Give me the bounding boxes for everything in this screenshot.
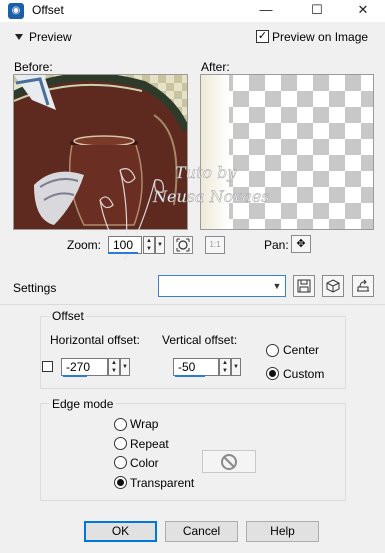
vertical-up-icon[interactable]: ▲ bbox=[220, 359, 230, 367]
ok-button[interactable]: OK bbox=[84, 521, 157, 542]
maximize-button[interactable]: ☐ bbox=[300, 0, 334, 22]
save-icon bbox=[297, 279, 311, 293]
reset-icon bbox=[357, 279, 369, 292]
zoom-up-icon[interactable]: ▲ bbox=[144, 237, 154, 245]
reset-button[interactable] bbox=[352, 275, 374, 297]
zoom-stepper[interactable]: ▲ ▼ bbox=[143, 236, 155, 254]
window-title: Offset bbox=[32, 3, 64, 17]
dice-icon bbox=[326, 279, 340, 293]
preview-on-image-checkbox[interactable]: ✓ bbox=[256, 30, 269, 43]
after-label: After: bbox=[201, 60, 230, 74]
vertical-down-icon[interactable]: ▼ bbox=[220, 367, 230, 375]
horizontal-offset-underline bbox=[63, 375, 87, 377]
zoom-fit-icon bbox=[176, 238, 190, 252]
save-preset-button[interactable] bbox=[293, 275, 315, 297]
help-button[interactable]: Help bbox=[246, 521, 319, 542]
vertical-offset-label: Vertical offset: bbox=[162, 333, 238, 347]
offset-center-radio[interactable] bbox=[266, 344, 279, 357]
offset-group-title: Offset bbox=[50, 309, 86, 323]
vertical-offset-input[interactable]: -50 bbox=[173, 358, 219, 376]
minimize-button[interactable]: — bbox=[249, 0, 283, 22]
edge-transparent-label[interactable]: Transparent bbox=[130, 476, 194, 490]
watermark-line-1: Tuto by bbox=[175, 163, 237, 182]
edge-color-radio[interactable] bbox=[114, 456, 127, 469]
randomize-button[interactable] bbox=[322, 275, 344, 297]
horizontal-offset-stepper[interactable]: ▲ ▼ bbox=[108, 358, 120, 376]
horizontal-offset-input[interactable]: -270 bbox=[61, 358, 108, 376]
watermark-line-2: Neusa Novaes bbox=[152, 187, 270, 206]
edge-wrap-label[interactable]: Wrap bbox=[130, 417, 158, 431]
edge-mode-group-title: Edge mode bbox=[50, 397, 116, 411]
app-icon: ◉ bbox=[8, 3, 24, 19]
offset-center-label[interactable]: Center bbox=[283, 343, 319, 357]
zoom-down-icon[interactable]: ▼ bbox=[144, 245, 154, 253]
vertical-offset-dropdown[interactable]: ▼ bbox=[231, 358, 241, 376]
pan-label: Pan: bbox=[264, 238, 289, 252]
settings-label: Settings bbox=[13, 281, 57, 295]
horizontal-down-icon[interactable]: ▼ bbox=[109, 367, 119, 375]
offset-custom-radio[interactable] bbox=[266, 367, 279, 380]
link-offsets-checkbox[interactable] bbox=[42, 361, 53, 372]
horizontal-dropdown-icon[interactable]: ▼ bbox=[121, 359, 129, 370]
edge-repeat-radio[interactable] bbox=[114, 437, 127, 450]
edge-repeat-label[interactable]: Repeat bbox=[130, 437, 169, 451]
zoom-slider-dropdown[interactable]: ▼ bbox=[155, 236, 165, 254]
vertical-offset-underline bbox=[175, 375, 205, 377]
before-label: Before: bbox=[14, 60, 53, 74]
edge-wrap-radio[interactable] bbox=[114, 418, 127, 431]
chevron-down-icon[interactable]: ▼ bbox=[269, 276, 285, 296]
zoom-label: Zoom: bbox=[67, 238, 102, 252]
settings-preset-combo[interactable]: ▼ bbox=[158, 275, 286, 297]
vertical-dropdown-icon[interactable]: ▼ bbox=[232, 359, 240, 370]
offset-custom-label[interactable]: Custom bbox=[283, 367, 324, 381]
zoom-input-underline bbox=[108, 252, 138, 254]
horizontal-offset-dropdown[interactable]: ▼ bbox=[120, 358, 130, 376]
horizontal-up-icon[interactable]: ▲ bbox=[109, 359, 119, 367]
vertical-offset-stepper[interactable]: ▲ ▼ bbox=[219, 358, 231, 376]
collapse-chevron-icon[interactable] bbox=[15, 34, 23, 40]
pan-button[interactable]: ✥ bbox=[291, 235, 311, 253]
cancel-button[interactable]: Cancel bbox=[165, 521, 238, 542]
zoom-fit-button[interactable] bbox=[173, 236, 193, 254]
preview-on-image-label[interactable]: Preview on Image bbox=[272, 30, 368, 44]
edge-color-swatch[interactable] bbox=[202, 450, 256, 473]
preview-section-label[interactable]: Preview bbox=[29, 30, 72, 44]
horizontal-offset-label: Horizontal offset: bbox=[50, 333, 140, 347]
zoom-dropdown-icon[interactable]: ▼ bbox=[156, 237, 164, 248]
edge-transparent-radio[interactable] bbox=[114, 476, 127, 489]
no-color-icon bbox=[221, 454, 237, 470]
move-arrows-icon: ✥ bbox=[296, 238, 306, 250]
close-button[interactable]: ✕ bbox=[346, 0, 380, 22]
divider bbox=[0, 304, 385, 305]
edge-color-label[interactable]: Color bbox=[130, 456, 159, 470]
zoom-actual-size-button[interactable]: 1:1 bbox=[205, 236, 225, 254]
